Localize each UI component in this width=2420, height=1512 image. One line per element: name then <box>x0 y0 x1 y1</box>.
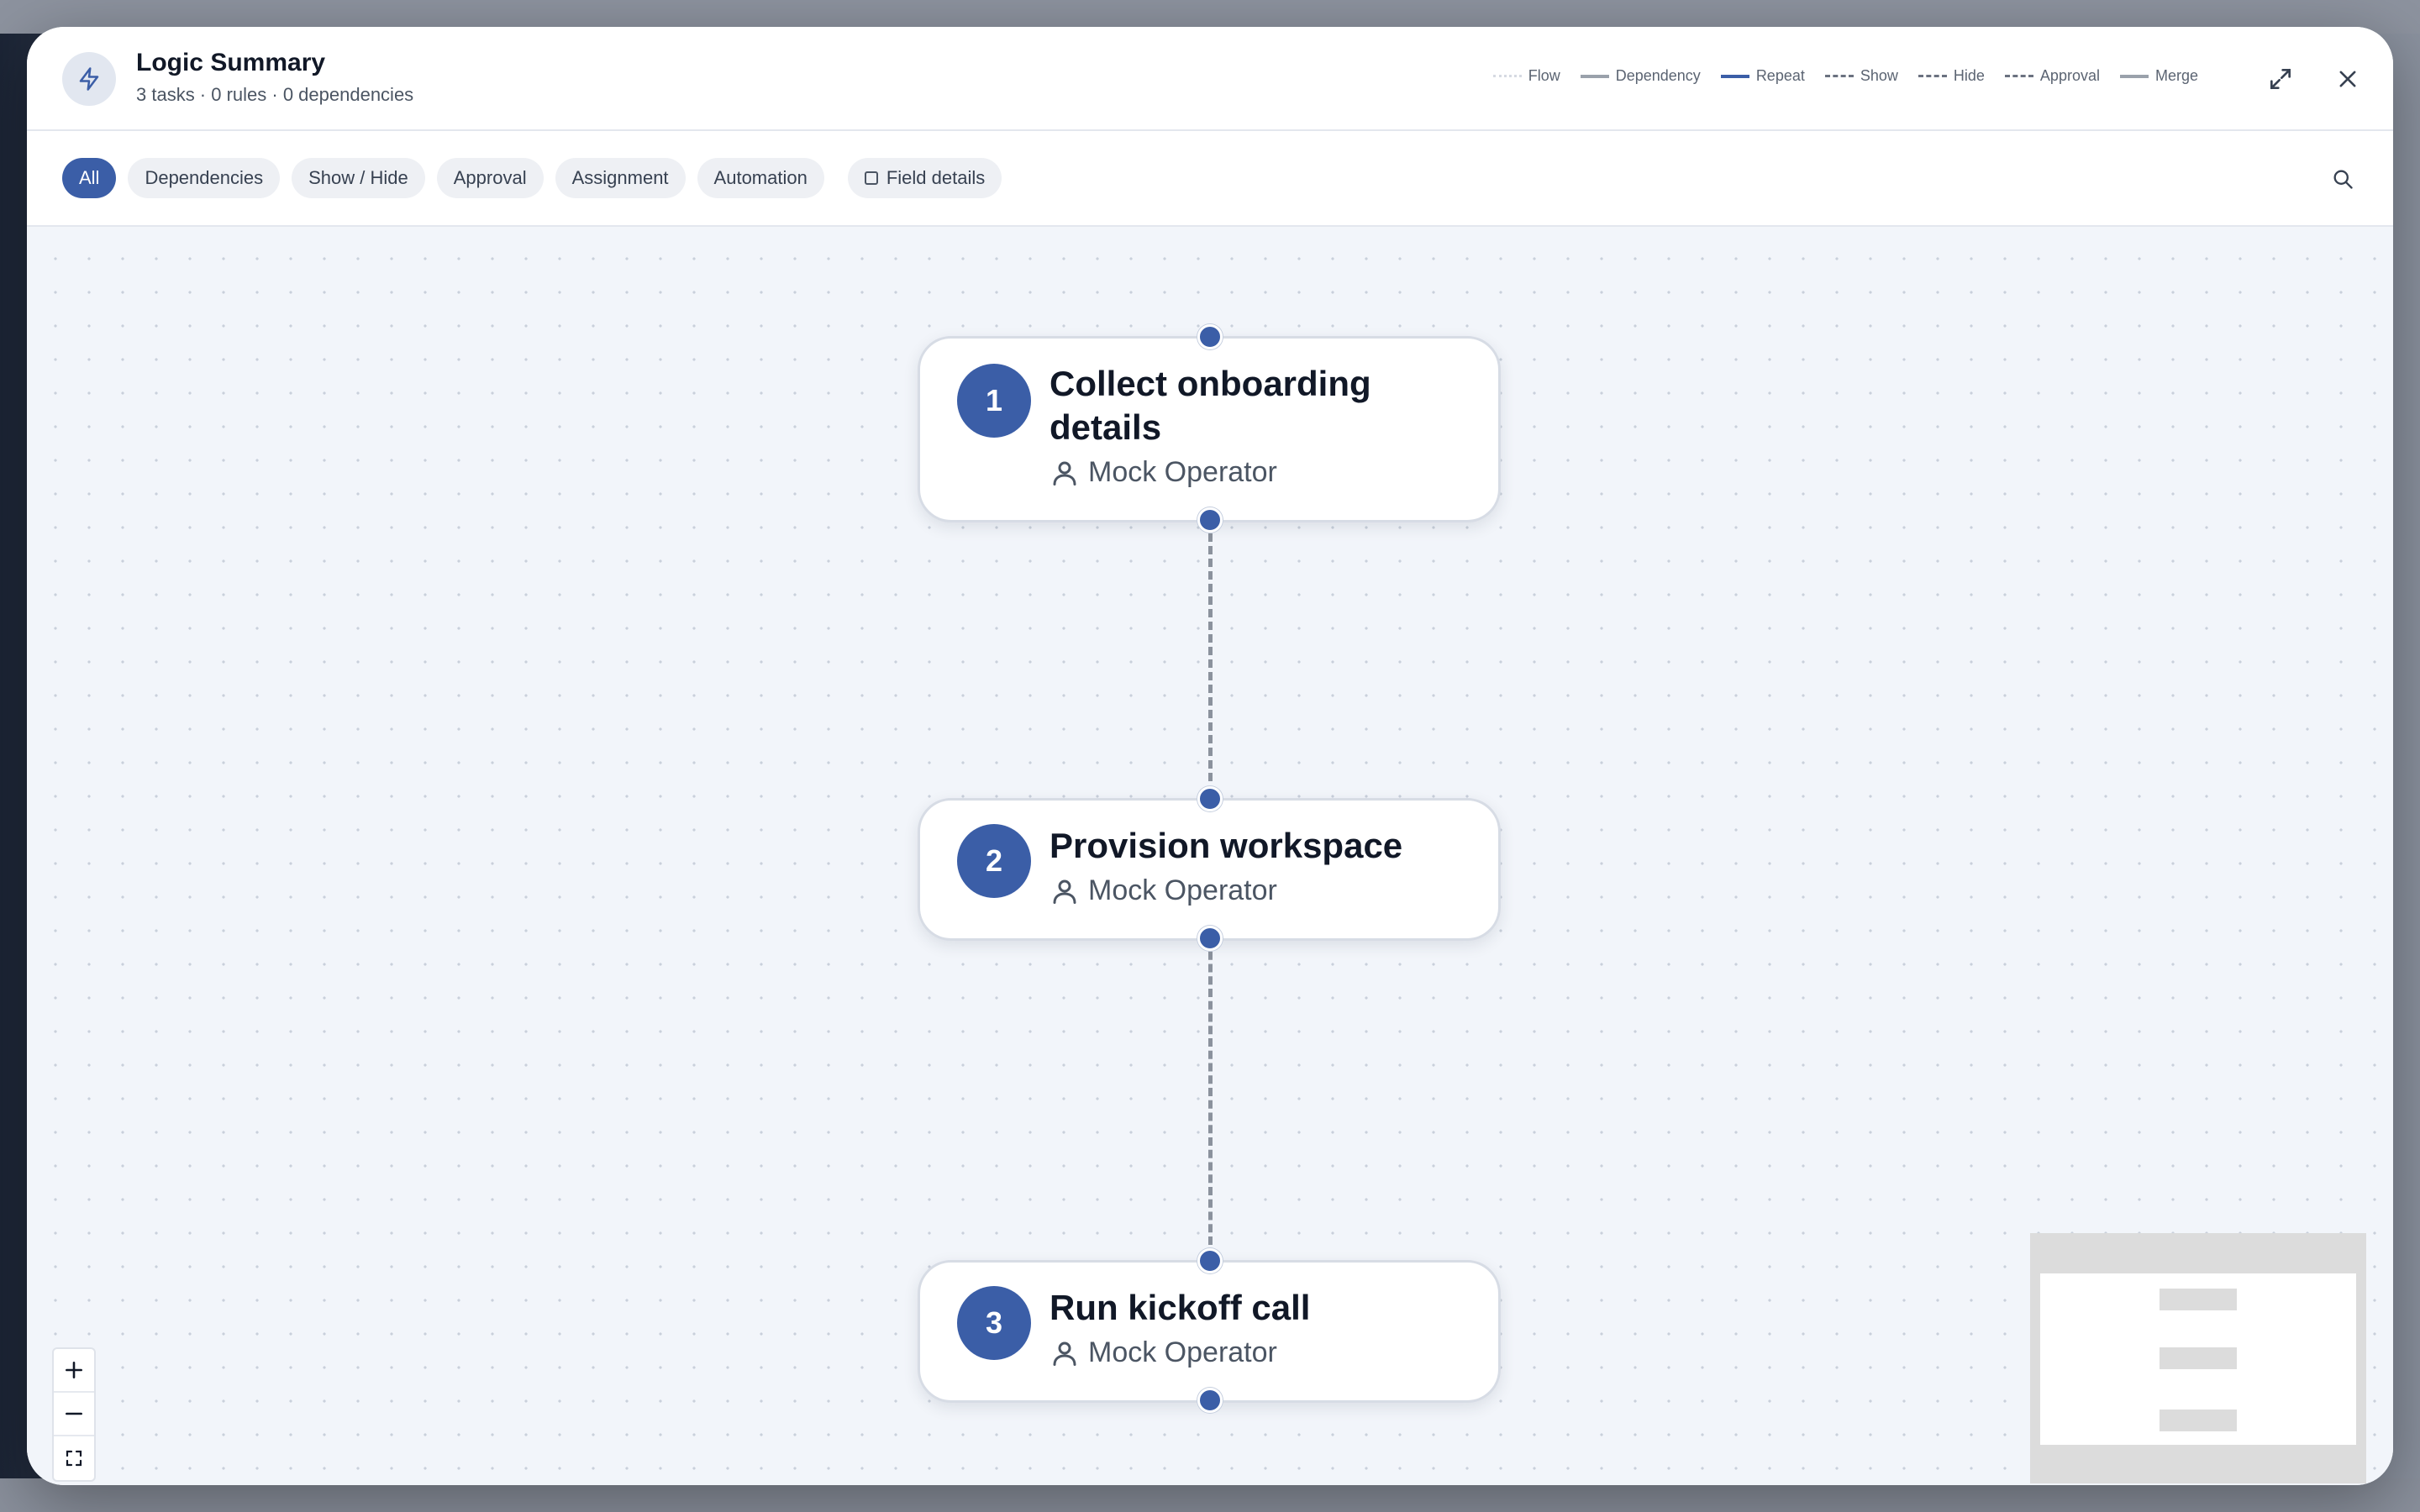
legend-swatch <box>1918 75 1947 77</box>
assignee-name: Mock Operator <box>1088 1336 1277 1368</box>
zoom-in-button[interactable] <box>54 1349 94 1393</box>
minimap-viewport[interactable] <box>2040 1273 2356 1445</box>
legend-item-approval: Approval <box>2004 67 2100 85</box>
field-details-label: Field details <box>886 167 986 188</box>
task-assignee: Mock Operator <box>1050 456 1277 489</box>
legend-label: Show <box>1860 67 1898 84</box>
legend-swatch <box>2004 75 2033 77</box>
modal-subtitle: 3 tasks · 0 rules · 0 dependencies <box>136 84 414 105</box>
task-number-badge: 1 <box>957 364 1031 438</box>
task-number-badge: 2 <box>957 824 1031 898</box>
modal-title: Logic Summary <box>136 49 326 76</box>
legend-swatch <box>1492 75 1522 77</box>
legend-item-flow: Flow <box>1492 67 1560 85</box>
person-icon <box>1053 461 1076 486</box>
task-node-1[interactable]: 1 Collect onboarding details Mock Operat… <box>918 336 1501 522</box>
edge-1-2 <box>1208 521 1213 781</box>
minimap-node <box>2160 1410 2237 1431</box>
filter-chip-automation[interactable]: Automation <box>697 158 824 198</box>
expand-button[interactable] <box>2264 62 2297 96</box>
zoom-controls <box>52 1347 96 1482</box>
legend-swatch <box>1580 74 1609 78</box>
filter-chip-all[interactable]: All <box>62 158 117 198</box>
node-2-output-port[interactable] <box>1197 926 1223 951</box>
legend-item-show: Show <box>1824 67 1898 85</box>
lightning-icon <box>62 52 116 106</box>
expand-icon <box>2270 69 2291 89</box>
legend-label: Flow <box>1528 67 1560 84</box>
legend-item-dependency: Dependency <box>1580 67 1701 85</box>
task-title: Collect onboarding details <box>1050 364 1371 447</box>
node-3-output-port[interactable] <box>1197 1388 1223 1413</box>
legend-label: Approval <box>2039 67 2100 84</box>
node-1-input-port[interactable] <box>1197 324 1223 349</box>
filter-chip-approval[interactable]: Approval <box>436 158 544 198</box>
edge-legend: Flow Dependency Repeat Show Hide Approva… <box>1492 67 2198 85</box>
zoom-out-button[interactable] <box>54 1393 94 1436</box>
checkbox-icon <box>864 171 878 185</box>
close-button[interactable] <box>2331 62 2365 96</box>
legend-label: Dependency <box>1615 67 1701 84</box>
search-icon <box>2333 170 2353 189</box>
logic-summary-modal: Logic Summary 3 tasks · 0 rules · 0 depe… <box>27 27 2393 1485</box>
legend-label: Merge <box>2154 67 2198 84</box>
filter-bar: All Dependencies Show / Hide Approval As… <box>27 131 2393 227</box>
node-3-input-port[interactable] <box>1197 1248 1223 1273</box>
legend-item-repeat: Repeat <box>1720 67 1805 85</box>
edge-2-3 <box>1208 939 1213 1245</box>
task-assignee: Mock Operator <box>1050 1336 1277 1369</box>
minus-icon <box>66 1412 82 1415</box>
node-2-input-port[interactable] <box>1197 786 1223 811</box>
minimap-node <box>2160 1347 2237 1369</box>
task-number-badge: 3 <box>957 1286 1031 1360</box>
plus-icon <box>66 1362 82 1378</box>
filter-chip-dependencies[interactable]: Dependencies <box>128 158 281 198</box>
flow-canvas[interactable]: 1 Collect onboarding details Mock Operat… <box>27 227 2393 1485</box>
legend-label: Hide <box>1953 67 1985 84</box>
task-node-3[interactable]: 3 Run kickoff call Mock Operator <box>918 1260 1501 1403</box>
assignee-name: Mock Operator <box>1088 456 1277 488</box>
legend-swatch <box>1824 75 1854 77</box>
minimap-node <box>2160 1289 2237 1310</box>
field-details-toggle[interactable]: Field details <box>847 158 1002 198</box>
legend-swatch <box>2119 74 2149 78</box>
node-1-output-port[interactable] <box>1197 507 1223 533</box>
close-icon <box>2339 71 2356 87</box>
task-title: Run kickoff call <box>1050 1288 1311 1327</box>
assignee-name: Mock Operator <box>1088 874 1277 906</box>
legend-item-merge: Merge <box>2119 67 2198 85</box>
modal-header: Logic Summary 3 tasks · 0 rules · 0 depe… <box>27 27 2393 131</box>
legend-item-hide: Hide <box>1918 67 1985 85</box>
search-button[interactable] <box>2326 162 2360 196</box>
task-assignee: Mock Operator <box>1050 874 1277 907</box>
legend-label: Repeat <box>1755 67 1805 84</box>
filter-chip-show-hide[interactable]: Show / Hide <box>292 158 425 198</box>
task-title: Provision workspace <box>1050 826 1403 865</box>
person-icon <box>1053 1341 1076 1366</box>
filter-chips: All Dependencies Show / Hide Approval As… <box>62 158 1002 198</box>
task-node-2[interactable]: 2 Provision workspace Mock Operator <box>918 798 1501 941</box>
fit-view-icon <box>66 1450 82 1467</box>
legend-swatch <box>1720 74 1749 78</box>
person-icon <box>1053 879 1076 904</box>
minimap[interactable] <box>2030 1233 2366 1483</box>
fit-view-button[interactable] <box>54 1436 94 1480</box>
filter-chip-assignment[interactable]: Assignment <box>555 158 686 198</box>
